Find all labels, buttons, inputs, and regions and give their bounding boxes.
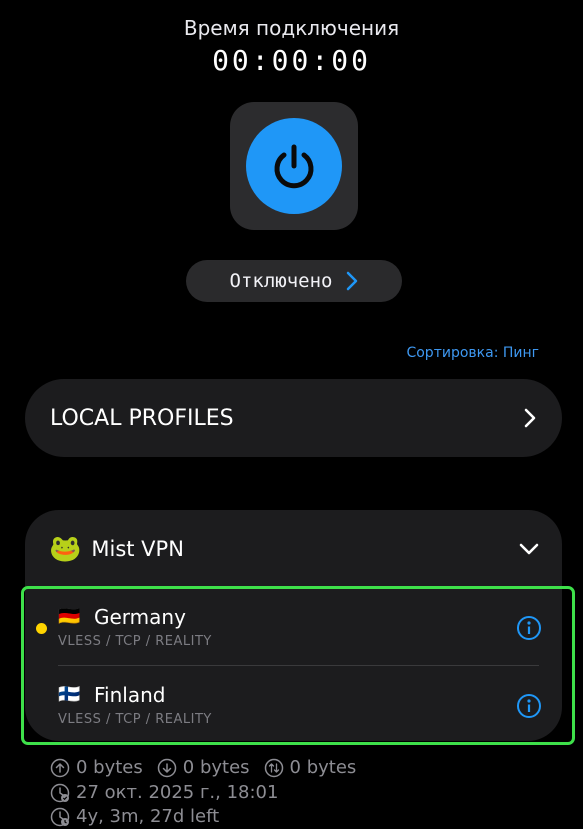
- upload-icon: [50, 758, 70, 777]
- local-profiles-card[interactable]: LOCAL PROFILES: [25, 379, 562, 457]
- connection-timer: 00:00:00: [212, 44, 371, 77]
- power-button[interactable]: [246, 118, 342, 214]
- total-traffic-icon: [264, 758, 283, 777]
- server-protocol: VLESS / TCP / REALITY: [58, 712, 212, 727]
- chevron-down-icon: [519, 543, 539, 555]
- connection-status-label: Отключено: [229, 270, 333, 292]
- expiry-remaining: 4y, 3m, 27d left: [76, 806, 220, 827]
- power-icon: [274, 144, 314, 189]
- traffic-stats: 0 bytes 0 bytes 0 bytes: [50, 757, 356, 778]
- finland-flag-icon: 🇫🇮: [58, 684, 81, 705]
- connection-time-title: Время подключения: [183, 16, 400, 40]
- frog-icon: 🐸: [49, 534, 82, 564]
- chevron-right-icon: [524, 408, 536, 428]
- info-icon[interactable]: [516, 615, 542, 641]
- download-value: 0 bytes: [182, 757, 250, 778]
- sort-button[interactable]: Сортировка: Пинг: [406, 345, 539, 361]
- subscription-name: Mist VPN: [91, 537, 184, 561]
- download-icon: [157, 758, 177, 777]
- server-name: Germany: [94, 605, 186, 629]
- clock-check-icon: [50, 783, 70, 802]
- server-list: 🇩🇪 Germany VLESS / TCP / REALITY 🇫🇮 Finl…: [21, 586, 575, 745]
- active-indicator: [36, 623, 47, 634]
- info-icon[interactable]: [516, 693, 542, 719]
- local-profiles-label: LOCAL PROFILES: [50, 405, 234, 431]
- germany-flag-icon: 🇩🇪: [58, 606, 81, 627]
- subscription-header[interactable]: 🐸 Mist VPN: [25, 510, 562, 588]
- updated-date: 27 окт. 2025 г., 18:01: [76, 782, 279, 803]
- total-traffic-value: 0 bytes: [289, 757, 357, 778]
- row-divider: [58, 665, 539, 666]
- server-name: Finland: [94, 683, 166, 707]
- upload-value: 0 bytes: [76, 757, 143, 778]
- updated-row: 27 окт. 2025 г., 18:01: [50, 782, 278, 803]
- server-row-finland[interactable]: 🇫🇮 Finland VLESS / TCP / REALITY: [24, 667, 572, 743]
- expiry-row: 4y, 3m, 27d left: [50, 806, 219, 827]
- server-protocol: VLESS / TCP / REALITY: [58, 634, 212, 649]
- chevron-right-icon: [347, 271, 358, 291]
- server-row-germany[interactable]: 🇩🇪 Germany VLESS / TCP / REALITY: [24, 589, 572, 665]
- connection-status-button[interactable]: Отключено: [186, 260, 402, 302]
- clock-timer-icon: [50, 807, 70, 826]
- power-tile: [230, 102, 358, 230]
